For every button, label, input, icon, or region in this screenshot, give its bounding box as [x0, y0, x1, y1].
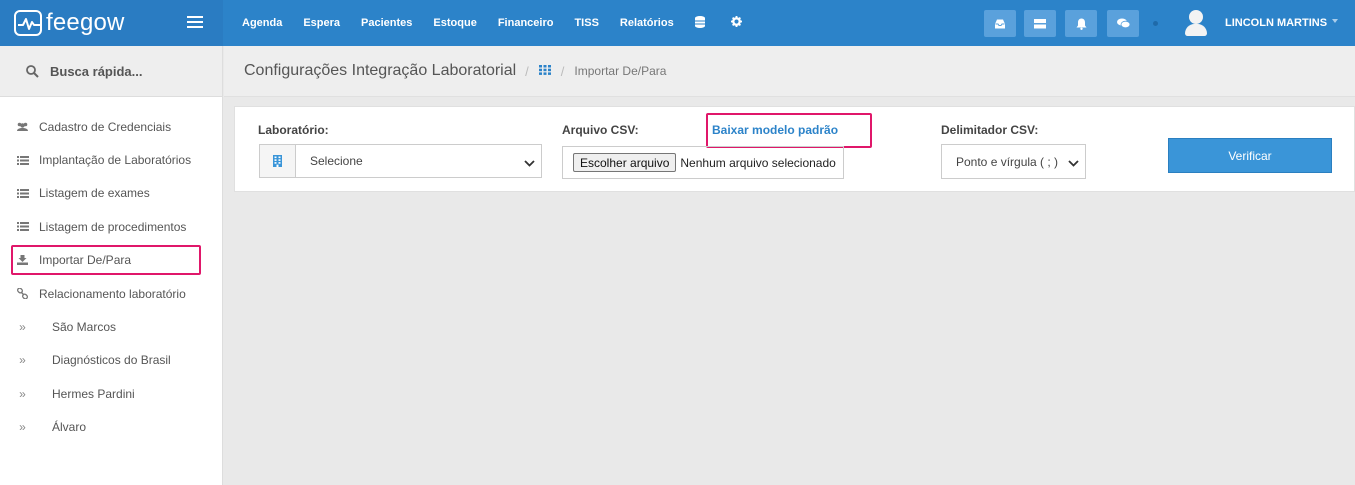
user-avatar-icon[interactable]	[1184, 10, 1208, 36]
sidebar-item-label: Implantação de Laboratórios	[39, 153, 192, 168]
sidebar-item-label: São Marcos	[52, 320, 117, 335]
bell-icon[interactable]	[1065, 10, 1097, 37]
nav-estoque[interactable]: Estoque	[433, 17, 476, 29]
double-chevron-right-icon: »	[19, 353, 26, 368]
main-nav: Agenda Espera Pacientes Estoque Financei…	[242, 0, 768, 46]
choose-file-button[interactable]: Escolher arquivo	[573, 153, 677, 172]
sidebar-item-label: Listagem de procedimentos	[39, 219, 187, 234]
sidebar-item-label: Relacionamento laboratório	[39, 286, 186, 301]
sidebar-item-label: Listagem de exames	[39, 186, 150, 201]
file-status: Nenhum arquivo selecionado	[680, 155, 836, 170]
double-chevron-right-icon: »	[19, 320, 26, 335]
nav-tiss[interactable]: TISS	[574, 17, 598, 29]
hamburger-icon[interactable]	[187, 16, 203, 28]
sidebar-item-relacionamento[interactable]: Relacionamento laboratório	[0, 277, 222, 310]
list-icon	[16, 188, 29, 198]
double-chevron-right-icon: »	[19, 386, 26, 401]
sidebar-item-sao-marcos[interactable]: » São Marcos	[0, 310, 222, 343]
nav-espera[interactable]: Espera	[303, 17, 340, 29]
sidebar-item-importar-de-para[interactable]: Importar De/Para	[0, 244, 222, 277]
list-icon	[16, 155, 29, 165]
verify-button[interactable]: Verificar	[1168, 138, 1332, 173]
lab-label: Laboratório:	[258, 123, 329, 137]
building-icon	[260, 145, 296, 177]
lab-select-value: Selecione	[310, 154, 363, 168]
csv-file-input[interactable]: Escolher arquivo Nenhum arquivo selecion…	[562, 146, 844, 179]
link-icon	[16, 288, 29, 300]
search-icon	[26, 64, 39, 78]
lab-select-group[interactable]: Selecione	[259, 144, 542, 178]
chat-icon[interactable]	[1107, 10, 1139, 37]
sidebar-item-diagnosticos-brasil[interactable]: » Diagnósticos do Brasil	[0, 344, 222, 377]
sidebar-item-label: Hermes Pardini	[52, 386, 135, 401]
heartbeat-icon[interactable]	[14, 10, 42, 36]
quick-search-label: Busca rápida...	[50, 63, 143, 79]
page-title: Configurações Integração Laboratorial	[244, 62, 517, 79]
csv-label: Arquivo CSV:	[562, 123, 639, 137]
sidebar-item-label: Cadastro de Credenciais	[39, 119, 172, 134]
breadcrumb: Configurações Integração Laboratorial / …	[224, 46, 1355, 97]
sidebar-item-implantacao[interactable]: Implantação de Laboratórios	[0, 143, 222, 176]
user-name[interactable]: LINCOLN MARTINS	[1225, 17, 1327, 29]
brand-area: feegow	[0, 0, 223, 46]
lab-select[interactable]: Selecione	[296, 145, 541, 177]
sidebar-item-cadastro-credenciais[interactable]: Cadastro de Credenciais	[0, 110, 222, 143]
download-icon	[16, 255, 29, 266]
sidebar-menu: Cadastro de Credenciais Implantação de L…	[0, 97, 222, 444]
nav-relatorios[interactable]: Relatórios	[620, 17, 674, 29]
top-navbar: feegow Agenda Espera Pacientes Estoque F…	[0, 0, 1355, 46]
double-chevron-right-icon: »	[19, 420, 26, 435]
status-dot	[1153, 21, 1158, 26]
users-icon	[16, 122, 29, 132]
import-form-panel: Laboratório: Selecione Arquivo CSV: Baix…	[234, 106, 1355, 192]
nav-pacientes[interactable]: Pacientes	[361, 17, 412, 29]
grid-icon[interactable]	[538, 62, 551, 80]
server-icon[interactable]	[1024, 10, 1056, 37]
quick-search[interactable]: Busca rápida...	[0, 46, 222, 97]
nav-agenda[interactable]: Agenda	[242, 17, 282, 29]
sidebar-item-hermes-pardini[interactable]: » Hermes Pardini	[0, 377, 222, 410]
breadcrumb-separator: /	[560, 63, 565, 79]
breadcrumb-separator: /	[525, 63, 529, 79]
sidebar: Busca rápida... Cadastro de Credenciais …	[0, 46, 223, 485]
breadcrumb-current: Importar De/Para	[574, 64, 667, 78]
sidebar-item-label: Diagnósticos do Brasil	[52, 353, 171, 368]
inbox-icon[interactable]	[984, 10, 1016, 37]
chevron-down-icon	[524, 156, 535, 170]
chevron-down-icon	[1068, 156, 1079, 170]
sidebar-item-label: Álvaro	[52, 420, 87, 435]
logo-text[interactable]: feegow	[46, 9, 125, 37]
sidebar-item-listagem-procedimentos[interactable]: Listagem de procedimentos	[0, 210, 222, 243]
sidebar-item-listagem-exames[interactable]: Listagem de exames	[0, 177, 222, 210]
chevron-down-icon[interactable]	[1332, 19, 1338, 23]
sidebar-item-alvaro[interactable]: » Álvaro	[0, 411, 222, 444]
download-template-link[interactable]: Baixar modelo padrão	[712, 123, 838, 137]
gear-icon[interactable]	[730, 16, 742, 30]
nav-financeiro[interactable]: Financeiro	[498, 17, 554, 29]
delimiter-label: Delimitador CSV:	[941, 123, 1039, 137]
delimiter-select[interactable]: Ponto e vírgula ( ; )	[941, 144, 1086, 179]
database-icon[interactable]	[694, 15, 705, 31]
list-icon	[16, 222, 29, 232]
delimiter-select-value: Ponto e vírgula ( ; )	[956, 154, 1059, 169]
sidebar-item-label: Importar De/Para	[39, 253, 132, 268]
